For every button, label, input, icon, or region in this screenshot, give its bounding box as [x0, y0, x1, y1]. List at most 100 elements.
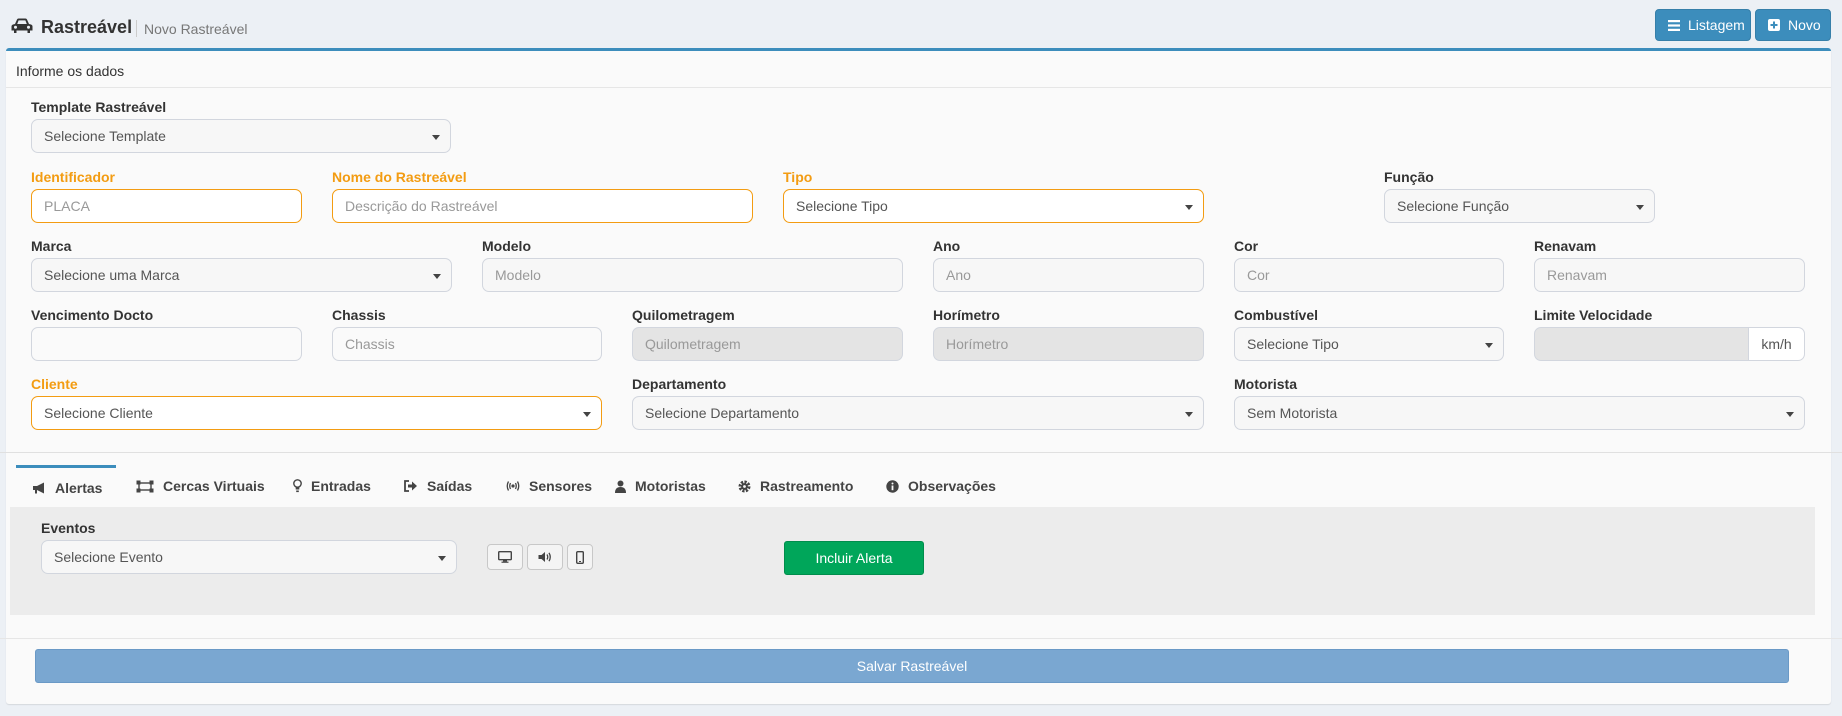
vencimento-input[interactable]	[31, 327, 302, 361]
list-button[interactable]: Listagem	[1655, 9, 1751, 41]
template-select[interactable]: Selecione Template	[31, 119, 451, 153]
tab-alertas[interactable]: Alertas	[16, 465, 116, 507]
motorista-label: Motorista	[1234, 376, 1297, 392]
tab-saidas-label: Saídas	[427, 478, 473, 494]
limite-input[interactable]	[1534, 327, 1749, 361]
departamento-label: Departamento	[632, 376, 727, 392]
tab-entradas-label: Entradas	[311, 478, 371, 494]
vencimento-label: Vencimento Docto	[31, 307, 154, 323]
renavam-label: Renavam	[1534, 238, 1597, 254]
tab-rastreamento[interactable]: Rastreamento	[738, 465, 853, 507]
eventos-select-value: Selecione Evento	[54, 549, 163, 565]
box-title: Informe os dados	[16, 63, 125, 79]
marca-label: Marca	[31, 238, 72, 254]
marca-select[interactable]: Selecione uma Marca	[31, 258, 452, 292]
renavam-placeholder: Renavam	[1547, 267, 1607, 283]
tab-rastreamento-label: Rastreamento	[760, 478, 854, 494]
lightbulb-icon	[293, 479, 302, 493]
combustivel-select[interactable]: Selecione Tipo	[1234, 327, 1504, 361]
eventos-label: Eventos	[41, 520, 96, 536]
identificador-placeholder: PLACA	[44, 198, 90, 214]
mobile-icon	[576, 550, 584, 564]
list-icon	[1668, 19, 1680, 31]
cor-placeholder: Cor	[1247, 267, 1270, 283]
tab-entradas[interactable]: Entradas	[293, 465, 371, 507]
ano-label: Ano	[933, 238, 961, 254]
chassis-input[interactable]: Chassis	[332, 327, 602, 361]
ano-placeholder: Ano	[946, 267, 971, 283]
include-alert-button[interactable]: Incluir Alerta	[784, 541, 924, 575]
tab-bar: Alertas Cercas Virtuais Entradas Saídas …	[10, 465, 1815, 507]
tipo-select-value: Selecione Tipo	[796, 198, 888, 214]
page-title: Rastreável	[41, 17, 133, 37]
combustivel-label: Combustível	[1234, 307, 1319, 323]
info-icon	[886, 479, 899, 493]
nome-placeholder: Descrição do Rastreável	[345, 198, 498, 214]
sound-alert-toggle[interactable]	[527, 544, 563, 570]
tab-sensores-label: Sensores	[529, 478, 593, 494]
cliente-select[interactable]: Selecione Cliente	[31, 396, 602, 430]
page-subtitle: Novo Rastreável	[144, 21, 248, 37]
chassis-placeholder: Chassis	[345, 336, 395, 352]
cor-input[interactable]: Cor	[1234, 258, 1504, 292]
limite-label: Limite Velocidade	[1534, 307, 1653, 323]
title-separator	[136, 20, 137, 37]
nome-input[interactable]: Descrição do Rastreável	[332, 189, 753, 223]
combustivel-select-value: Selecione Tipo	[1247, 336, 1339, 352]
eventos-select[interactable]: Selecione Evento	[41, 540, 457, 574]
funcao-label: Função	[1384, 169, 1434, 185]
template-select-value: Selecione Template	[44, 128, 166, 144]
tab-motoristas-label: Motoristas	[635, 478, 706, 494]
new-button-label: Novo	[1788, 17, 1821, 33]
plus-square-icon	[1768, 19, 1780, 31]
quilometragem-input: Quilometragem	[632, 327, 903, 361]
broadcast-icon	[506, 481, 520, 491]
cliente-select-value: Selecione Cliente	[44, 405, 153, 421]
tab-cercas-virtuais-label: Cercas Virtuais	[163, 478, 265, 494]
tipo-label: Tipo	[783, 169, 813, 185]
cliente-label: Cliente	[31, 376, 78, 392]
ano-input[interactable]: Ano	[933, 258, 1204, 292]
horimetro-placeholder: Horímetro	[946, 336, 1009, 352]
list-button-label: Listagem	[1688, 17, 1745, 33]
quilometragem-label: Quilometragem	[632, 307, 735, 323]
template-label: Template Rastreável	[31, 99, 167, 115]
motorista-select-value: Sem Motorista	[1247, 405, 1338, 421]
page-header: Rastreável Novo Rastreável Listagem Novo	[0, 0, 1842, 50]
horimetro-input: Horímetro	[933, 327, 1204, 361]
departamento-select-value: Selecione Departamento	[645, 405, 800, 421]
horimetro-label: Horímetro	[933, 307, 1000, 323]
funcao-select[interactable]: Selecione Função	[1384, 189, 1655, 223]
bullhorn-icon	[33, 482, 44, 493]
identificador-input[interactable]: PLACA	[31, 189, 302, 223]
save-button[interactable]: Salvar Rastreável	[35, 649, 1789, 683]
tipo-select[interactable]: Selecione Tipo	[783, 189, 1204, 223]
section-divider	[0, 452, 1842, 453]
quilometragem-placeholder: Quilometragem	[645, 336, 741, 352]
tab-alertas-label: Alertas	[55, 479, 103, 496]
chassis-label: Chassis	[332, 307, 386, 323]
tab-observacoes-label: Observações	[908, 478, 996, 494]
tab-observacoes[interactable]: Observações	[886, 465, 996, 507]
footer-divider	[0, 638, 1842, 639]
tab-motoristas[interactable]: Motoristas	[615, 465, 706, 507]
modelo-label: Modelo	[482, 238, 531, 254]
tab-cercas-virtuais[interactable]: Cercas Virtuais	[136, 465, 265, 507]
limite-unit-addon: km/h	[1749, 327, 1805, 361]
funcao-select-value: Selecione Função	[1397, 198, 1510, 214]
new-button[interactable]: Novo	[1755, 9, 1831, 41]
departamento-select[interactable]: Selecione Departamento	[632, 396, 1204, 430]
modelo-input[interactable]: Modelo	[482, 258, 903, 292]
gear-icon	[738, 480, 751, 492]
tab-sensores[interactable]: Sensores	[506, 465, 592, 507]
motorista-select[interactable]: Sem Motorista	[1234, 396, 1805, 430]
volume-icon	[538, 552, 551, 562]
renavam-input[interactable]: Renavam	[1534, 258, 1805, 292]
sign-out-icon	[404, 480, 417, 492]
user-icon	[615, 480, 626, 493]
desktop-alert-toggle[interactable]	[487, 544, 523, 570]
cor-label: Cor	[1234, 238, 1259, 254]
mobile-alert-toggle[interactable]	[567, 544, 593, 570]
tab-saidas[interactable]: Saídas	[404, 465, 472, 507]
identificador-label: Identificador	[31, 169, 116, 185]
